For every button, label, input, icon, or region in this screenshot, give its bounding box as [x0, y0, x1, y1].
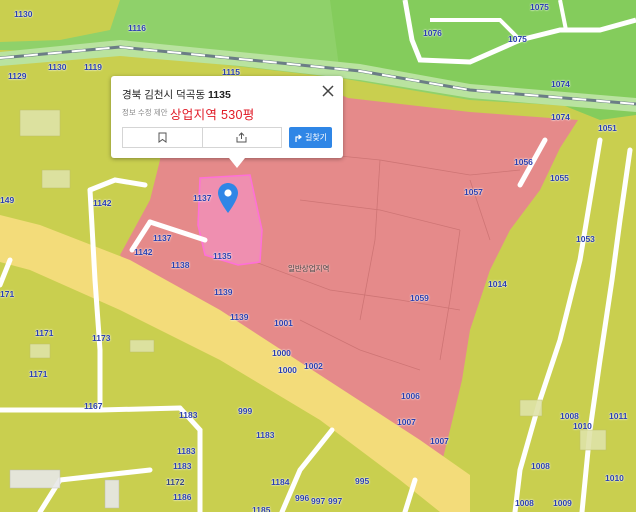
- lot-label: 1007: [397, 417, 416, 427]
- lot-label: 1010: [573, 421, 592, 431]
- lot-label: 995: [355, 476, 370, 486]
- lot-label: 1000: [278, 365, 297, 375]
- lot-label: 1130: [48, 62, 67, 72]
- lot-label: 1008: [560, 411, 579, 421]
- lot-label: 1074: [551, 79, 570, 89]
- popup-address: 경북 김천시 덕곡동 1135: [122, 87, 231, 102]
- lot-label: 1183: [177, 446, 196, 456]
- lot-label: 999: [238, 406, 253, 416]
- route-button[interactable]: 길찾기: [289, 127, 332, 148]
- lot-label: 1186: [173, 492, 192, 502]
- lot-label: 1008: [515, 498, 534, 508]
- lot-label: 1129: [8, 71, 27, 81]
- lot-label: 1051: [598, 123, 617, 133]
- map-view[interactable]: 1130 1116 1129 1130 1119 1115 1075 1076 …: [0, 0, 636, 512]
- lot-label: 149: [0, 195, 15, 205]
- lot-label: 1173: [92, 333, 111, 343]
- lot-label: 1059: [410, 293, 429, 303]
- lot-label: 1008: [531, 461, 550, 471]
- lot-label: 1142: [93, 198, 112, 208]
- location-pin-icon[interactable]: [218, 183, 238, 213]
- lot-label: 1137: [193, 193, 212, 203]
- parcel-info-popup: 경북 김천시 덕곡동 1135 정보 수정 제안 상업지역 530평 길찾기: [111, 76, 343, 168]
- zone-place-label: 일반상업지역: [288, 264, 330, 273]
- close-icon[interactable]: [321, 84, 335, 98]
- lot-label: 997: [311, 496, 326, 506]
- lot-label: 1056: [514, 157, 533, 167]
- lot-label: 1137: [153, 233, 172, 243]
- lot-label: 1142: [134, 247, 153, 257]
- share-button[interactable]: [201, 128, 282, 147]
- lot-label: 997: [328, 496, 343, 506]
- lot-label: 1014: [488, 279, 507, 289]
- lot-label: 1075: [508, 34, 527, 44]
- lot-label: 171: [0, 289, 15, 299]
- lot-label: 1138: [171, 260, 190, 270]
- lot-label: 1119: [84, 62, 102, 72]
- lot-label: 1076: [423, 28, 442, 38]
- lot-label: 1000: [272, 348, 291, 358]
- lot-label: 1183: [179, 410, 198, 420]
- address-lot-number: 1135: [208, 89, 231, 101]
- lot-label: 1135: [213, 251, 232, 261]
- lot-label: 1167: [84, 401, 103, 411]
- bookmark-button[interactable]: [123, 128, 202, 147]
- lot-label: 1139: [214, 287, 233, 297]
- lot-label: 1075: [530, 2, 549, 12]
- address-prefix: 경북 김천시 덕곡동: [122, 89, 206, 101]
- share-icon: [236, 132, 247, 143]
- lot-label: 1171: [29, 369, 48, 379]
- lot-label: 1183: [173, 461, 192, 471]
- lot-label: 1055: [550, 173, 569, 183]
- lot-label: 1172: [166, 477, 185, 487]
- lot-label: 1002: [304, 361, 323, 371]
- lot-label: 996: [295, 493, 310, 503]
- lot-label: 1053: [576, 234, 595, 244]
- lot-label: 1116: [128, 23, 146, 33]
- bookmark-icon: [158, 132, 167, 143]
- info-edit-link[interactable]: 정보 수정 제안: [122, 107, 168, 118]
- lot-label: 1074: [551, 112, 570, 122]
- lot-label: 1139: [230, 312, 249, 322]
- route-label: 길찾기: [304, 133, 328, 142]
- lot-label: 1171: [35, 328, 54, 338]
- lot-label: 1184: [271, 477, 290, 487]
- lot-label: 1185: [252, 505, 271, 512]
- lot-label: 1001: [274, 318, 293, 328]
- lot-label: 1011: [609, 411, 628, 421]
- route-icon: [295, 134, 302, 142]
- lot-label: 1006: [401, 391, 420, 401]
- zone-area-text: 상업지역 530평: [170, 108, 255, 122]
- lot-label: 1130: [14, 9, 33, 19]
- lot-label: 1007: [430, 436, 449, 446]
- lot-label: 1009: [553, 498, 572, 508]
- lot-label: 1010: [605, 473, 624, 483]
- lot-label: 1057: [464, 187, 483, 197]
- lot-label: 1183: [256, 430, 275, 440]
- popup-action-bar: [122, 127, 282, 148]
